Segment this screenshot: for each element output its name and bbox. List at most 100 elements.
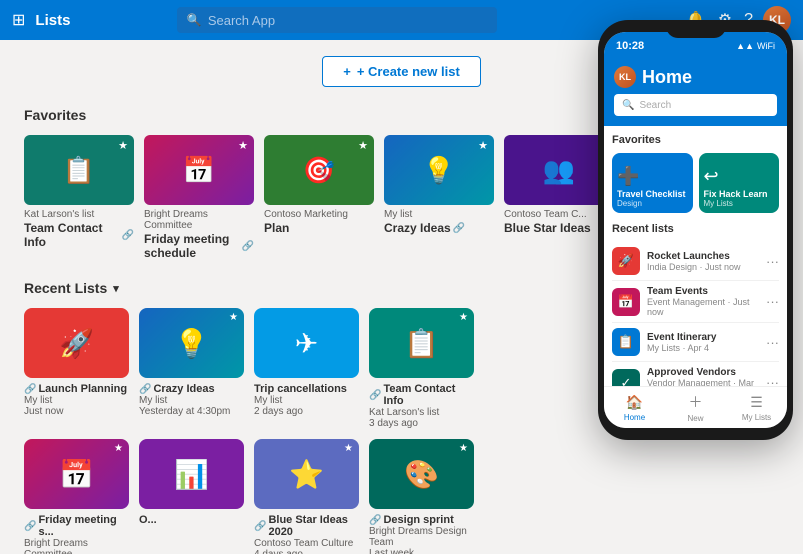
phone-list-info: Rocket Launches India Design · Just now (647, 251, 759, 272)
recent-card-icon: 🎨 (404, 458, 439, 491)
phone-fav-title: Travel Checklist (617, 189, 688, 199)
grid-icon[interactable]: ⊞ (12, 10, 25, 30)
recent-card-title: 🔗 Launch Planning (24, 383, 129, 395)
recent-card-time: Just now (24, 406, 129, 417)
fav-label: Bright Dreams Committee (144, 209, 254, 231)
recent-link-prefix: 🔗 (369, 515, 381, 526)
fav-title: Friday meeting schedule 🔗 (144, 232, 254, 260)
recent-list-card[interactable]: 💡 ★ 🔗 Crazy Ideas My list Yesterday at 4… (139, 308, 244, 429)
more-options-icon[interactable]: ··· (766, 335, 779, 350)
phone-list-meta: Event Management · Just now (647, 297, 759, 317)
phone-fav-sub: Design (617, 199, 688, 208)
fav-star-icon: ★ (118, 139, 128, 152)
plus-icon: + (343, 64, 351, 79)
fav-title: Crazy Ideas 🔗 (384, 221, 494, 235)
recent-card-time: Last week (369, 548, 474, 554)
phone-nav-icon: ＋ (689, 392, 703, 412)
create-new-list-button[interactable]: + + Create new list (322, 56, 481, 87)
more-options-icon[interactable]: ··· (766, 254, 779, 269)
phone-list-name: Rocket Launches (647, 251, 759, 262)
phone-search-icon: 🔍 (622, 100, 634, 111)
fav-star-icon: ★ (478, 139, 488, 152)
recent-card-title: 🔗 Blue Star Ideas 2020 (254, 514, 359, 538)
recent-card-meta: My list (254, 395, 359, 406)
recent-list-card[interactable]: 🎨 ★ 🔗 Design sprint Bright Dreams Design… (369, 439, 474, 554)
recent-list-card[interactable]: ✈ Trip cancellations My list 2 days ago (254, 308, 359, 429)
favorites-card[interactable]: 📋 ★ Kat Larson's list Team Contact Info … (24, 135, 134, 260)
favorites-card[interactable]: 🎯 ★ Contoso Marketing Plan (264, 135, 374, 260)
recent-star-icon: ★ (114, 443, 123, 454)
recent-card-title: 🔗 Design sprint (369, 514, 474, 526)
favorites-card[interactable]: 💡 ★ My list Crazy Ideas 🔗 (384, 135, 494, 260)
recent-list-card[interactable]: 📋 ★ 🔗 Team Contact Info Kat Larson's lis… (369, 308, 474, 429)
phone-nav-item-my-lists[interactable]: ☰ My Lists (726, 387, 787, 428)
phone-fav-card[interactable]: ➕ Travel Checklist Design (612, 153, 693, 213)
fav-label: Kat Larson's list (24, 209, 134, 220)
phone-recent-list-item[interactable]: 📋 Event Itinerary My Lists · Apr 4 ··· (612, 323, 779, 362)
phone-body: Favorites ➕ Travel Checklist Design ↩ Fi… (604, 126, 787, 422)
fav-label: My list (384, 209, 494, 220)
recent-card-meta: Bright Dreams Design Team (369, 526, 474, 548)
phone-favorites-title: Favorites (612, 134, 779, 146)
phone-recent-list-item[interactable]: 🚀 Rocket Launches India Design · Just no… (612, 242, 779, 281)
phone-nav-item-new[interactable]: ＋ New (665, 387, 726, 428)
fav-title: Plan (264, 221, 374, 235)
app-title: Lists (35, 12, 70, 29)
search-input[interactable] (208, 13, 487, 28)
phone-list-icon: 🚀 (612, 247, 640, 275)
recent-card-thumbnail: 📋 ★ (369, 308, 474, 378)
phone-status-icons: ▲▲ WiFi (736, 41, 775, 51)
recent-link-prefix: 🔗 (24, 521, 36, 532)
recent-list-card[interactable]: 📊 O... (139, 439, 244, 554)
wifi-icon: WiFi (757, 41, 775, 51)
recent-card-time: Yesterday at 4:30pm (139, 406, 244, 417)
fav-card-thumbnail: 🎯 ★ (264, 135, 374, 205)
recent-list-card[interactable]: ⭐ ★ 🔗 Blue Star Ideas 2020 Contoso Team … (254, 439, 359, 554)
phone-list-meta: India Design · Just now (647, 262, 759, 272)
fav-card-thumbnail: 📅 ★ (144, 135, 254, 205)
recent-card-title: 🔗 Crazy Ideas (139, 383, 244, 395)
search-box[interactable]: 🔍 (177, 7, 497, 33)
phone-search-bar[interactable]: 🔍 Search (614, 94, 777, 116)
recent-card-title: 🔗 Friday meeting s... (24, 514, 129, 538)
phone-recent-title: Recent lists (612, 223, 779, 235)
phone-header: KL Home 🔍 Search (604, 60, 787, 126)
phone-fav-card[interactable]: ↩ Fix Hack Learn My Lists (699, 153, 780, 213)
more-options-icon[interactable]: ··· (766, 294, 779, 309)
phone-avatar: KL (614, 66, 636, 88)
fav-card-icon: 👥 (543, 155, 575, 186)
recent-list-card[interactable]: 🚀 🔗 Launch Planning My list Just now (24, 308, 129, 429)
recent-card-icon: ✈ (295, 327, 318, 360)
phone-time: 10:28 (616, 40, 644, 52)
favorites-card[interactable]: 📅 ★ Bright Dreams Committee Friday meeti… (144, 135, 254, 260)
phone-favorites-row: ➕ Travel Checklist Design ↩ Fix Hack Lea… (612, 153, 779, 213)
recent-card-time: 4 days ago (254, 549, 359, 554)
search-icon: 🔍 (187, 13, 202, 27)
phone-fav-icon: ➕ (617, 166, 688, 187)
chevron-down-icon[interactable]: ▾ (113, 282, 119, 295)
phone-nav-item-home[interactable]: 🏠 Home (604, 387, 665, 428)
recent-card-thumbnail: 🚀 (24, 308, 129, 378)
link-icon: 🔗 (242, 241, 254, 252)
phone-notch (666, 20, 726, 38)
phone-list-info: Event Itinerary My Lists · Apr 4 (647, 332, 759, 353)
fav-card-icon: 📋 (63, 155, 95, 186)
fav-star-icon: ★ (358, 139, 368, 152)
recent-link-prefix: 🔗 (139, 384, 151, 395)
phone-fav-icon: ↩ (704, 166, 775, 187)
recent-card-thumbnail: 📅 ★ (24, 439, 129, 509)
recent-star-icon: ★ (459, 312, 468, 323)
phone-nav-label: New (687, 414, 703, 423)
fav-star-icon: ★ (238, 139, 248, 152)
recent-card-meta: Kat Larson's list (369, 407, 474, 418)
phone-list-icon: 📋 (612, 328, 640, 356)
recent-card-icon: 🚀 (59, 327, 94, 360)
recent-card-meta: My list (139, 395, 244, 406)
phone-home-title: KL Home (614, 66, 777, 88)
recent-card-meta: Bright Dreams Committee (24, 538, 129, 554)
recent-link-prefix: 🔗 (24, 384, 36, 395)
phone-fav-title: Fix Hack Learn (704, 189, 775, 199)
phone-recent-list-item[interactable]: 📅 Team Events Event Management · Just no… (612, 281, 779, 323)
recent-list-card[interactable]: 📅 ★ 🔗 Friday meeting s... Bright Dreams … (24, 439, 129, 554)
link-icon: 🔗 (453, 223, 465, 234)
